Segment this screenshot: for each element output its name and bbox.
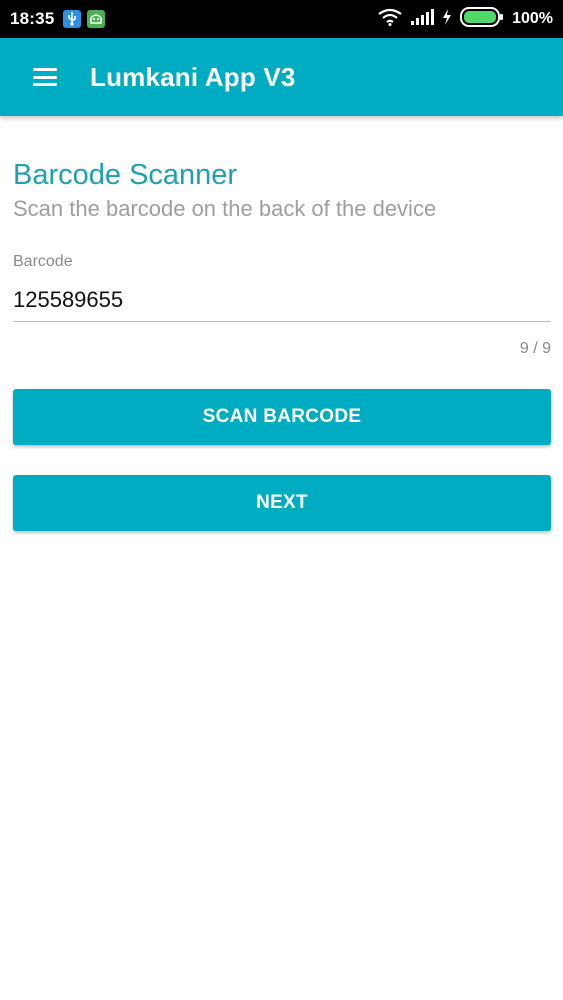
- scan-barcode-button[interactable]: SCAN BARCODE: [13, 389, 551, 445]
- app-bar: Lumkani App V3: [0, 38, 563, 116]
- battery-icon: [460, 6, 504, 32]
- character-counter: 9 / 9: [519, 340, 551, 357]
- notification-icons: [63, 10, 106, 28]
- status-bar: 18:35 100%: [0, 0, 563, 38]
- page-title: Barcode Scanner: [13, 159, 238, 191]
- status-time: 18:35: [10, 9, 55, 28]
- android-notification-icon: [87, 10, 106, 28]
- charging-icon: [442, 8, 452, 30]
- app-title: Lumkani App V3: [90, 61, 296, 92]
- barcode-input[interactable]: [13, 278, 551, 322]
- battery-percent: 100%: [512, 10, 553, 27]
- page-subtitle: Scan the barcode on the back of the devi…: [13, 196, 437, 221]
- hamburger-menu-icon[interactable]: [33, 68, 57, 86]
- status-right: 100%: [378, 6, 553, 32]
- signal-icon: [410, 8, 435, 30]
- wifi-icon: [378, 8, 402, 31]
- barcode-field-label: Barcode: [13, 253, 73, 270]
- next-button[interactable]: NEXT: [13, 475, 551, 531]
- usb-notification-icon: [63, 10, 82, 28]
